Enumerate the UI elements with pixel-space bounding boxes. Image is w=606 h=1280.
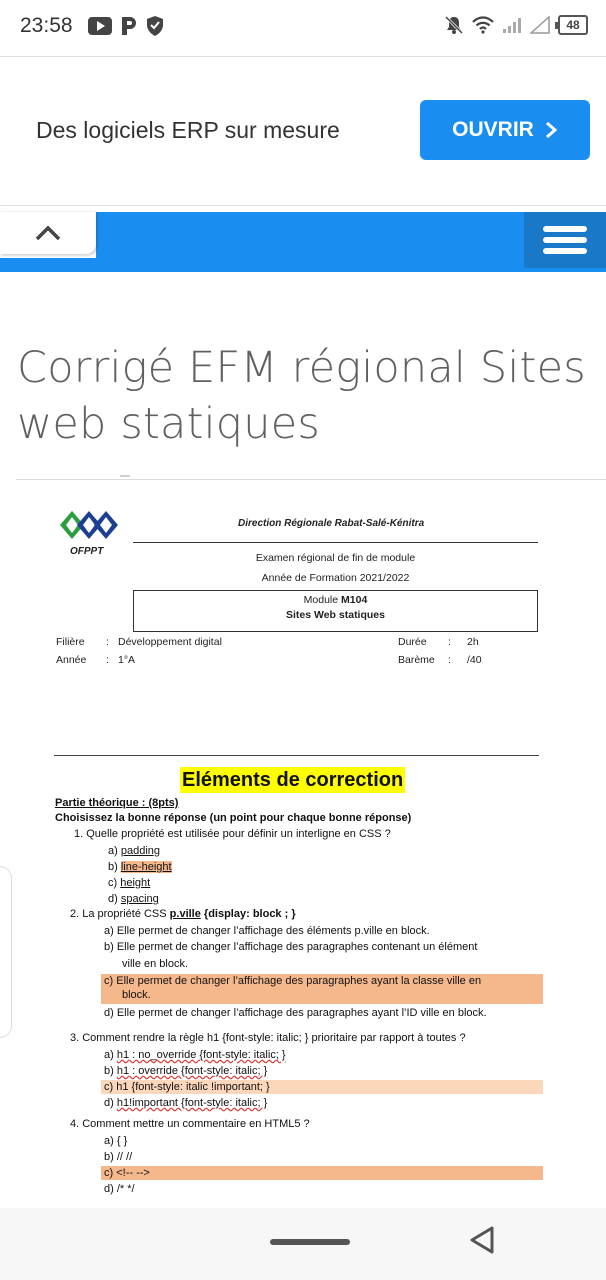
q4-text: 4. Comment mettre un commentaire en HTML… bbox=[70, 1118, 310, 1130]
module-code: M104 bbox=[341, 594, 368, 606]
wifi-icon bbox=[472, 16, 494, 34]
instruction: Choisissez la bonne réponse (un point po… bbox=[55, 812, 412, 824]
ad-open-button[interactable]: OUVRIR bbox=[420, 100, 590, 160]
q2-text: 2. La propriété CSS p.ville {display: bl… bbox=[70, 908, 296, 920]
exam-title: Examen régional de fin de module bbox=[255, 552, 416, 564]
q4-option-b: b) // // bbox=[104, 1151, 133, 1163]
q3-text: 3. Comment rendre la règle h1 {font-styl… bbox=[70, 1032, 466, 1044]
status-right-icons: 48 bbox=[444, 15, 588, 35]
scroll-up-button[interactable] bbox=[0, 212, 96, 254]
p-icon bbox=[122, 17, 136, 35]
chevron-right-icon bbox=[545, 121, 558, 139]
site-toolbar bbox=[0, 212, 606, 272]
q2-option-b-cont: ville en block. bbox=[122, 958, 189, 970]
menu-button[interactable] bbox=[524, 212, 606, 268]
q1-option-c: c) height bbox=[108, 877, 151, 889]
annee-colon: : bbox=[106, 654, 109, 666]
ad-banner[interactable]: Des logiciels ERP sur mesure OUVRIR i ✕ bbox=[0, 56, 606, 257]
module-box: Module M104 Sites Web statiques bbox=[133, 590, 538, 632]
battery-icon: 48 bbox=[555, 15, 588, 35]
q4-option-c: c) <!-- --> bbox=[101, 1166, 543, 1180]
q3-option-a: a) h1 : no_override {font-style: italic;… bbox=[104, 1049, 286, 1061]
bareme-value: /40 bbox=[467, 654, 482, 666]
annee-label: Année bbox=[56, 654, 87, 666]
logo-label: OFPPT bbox=[70, 546, 104, 557]
module-prefix: Module bbox=[303, 594, 339, 606]
q2-option-a: a) Elle permet de changer l’affichage de… bbox=[104, 925, 430, 937]
direction-title: Direction Régionale Rabat-Salé-Kénitra bbox=[238, 518, 425, 529]
q1-option-b: b) line-height bbox=[108, 861, 172, 873]
ad-open-label: OUVRIR bbox=[452, 118, 534, 141]
header-rule bbox=[133, 542, 538, 543]
shield-icon bbox=[147, 16, 163, 36]
correction-heading: Eléments de correction bbox=[180, 767, 406, 793]
separator-mark bbox=[120, 475, 130, 477]
filiere-value: Développement digital bbox=[118, 636, 222, 648]
system-nav-bar bbox=[0, 1208, 606, 1280]
q3-option-b: b) h1 : override {font-style: italic; } bbox=[104, 1065, 268, 1077]
q4-option-a: a) { } bbox=[104, 1135, 128, 1147]
chevron-up-icon bbox=[35, 225, 61, 241]
home-gesture-pill[interactable] bbox=[270, 1239, 350, 1245]
ad-text: Des logiciels ERP sur mesure bbox=[36, 117, 340, 143]
q2-option-d: d) Elle permet de changer l’affichage de… bbox=[104, 1007, 487, 1019]
q4-option-d: d) /* */ bbox=[104, 1183, 135, 1195]
q1-option-d: d) spacing bbox=[108, 893, 159, 905]
toolbar-strip bbox=[0, 258, 606, 272]
q1-text: 1. Quelle propriété est utilisée pour dé… bbox=[74, 828, 391, 840]
duree-label: Durée bbox=[398, 636, 427, 648]
q3-option-d: d) h1!important {font-style: italic; } bbox=[104, 1097, 268, 1109]
status-time: 23:58 bbox=[20, 14, 73, 37]
back-icon[interactable] bbox=[468, 1225, 496, 1255]
q2-option-c: c) Elle permet de changer l’affichage de… bbox=[101, 974, 543, 1004]
part-title: Partie théorique : (8pts) bbox=[55, 797, 179, 809]
toolbar-band bbox=[96, 212, 526, 258]
ofppt-logo-icon bbox=[60, 511, 118, 539]
filiere-colon: : bbox=[106, 636, 109, 648]
youtube-icon bbox=[88, 17, 112, 35]
duree-colon: : bbox=[448, 636, 451, 648]
signal-empty-icon bbox=[530, 16, 550, 34]
q1-option-a: a) padding bbox=[108, 845, 160, 857]
filiere-label: Filière bbox=[56, 636, 85, 648]
mute-icon bbox=[444, 15, 464, 35]
training-year: Année de Formation 2021/2022 bbox=[261, 572, 410, 584]
document-image: OFPPT Direction Régionale Rabat-Salé-Kén… bbox=[0, 480, 606, 1208]
bareme-label: Barème bbox=[398, 654, 435, 666]
q2-option-b: b) Elle permet de changer l’affichage de… bbox=[104, 941, 478, 953]
signal-icon bbox=[503, 18, 521, 33]
hamburger-icon bbox=[543, 221, 587, 259]
article-title: Corrigé EFM régional Sites web statiques bbox=[17, 343, 586, 449]
section-rule bbox=[54, 755, 539, 756]
status-left-icons bbox=[88, 15, 164, 37]
duree-value: 2h bbox=[467, 636, 479, 648]
side-drawer-handle[interactable] bbox=[0, 866, 12, 1038]
bareme-colon: : bbox=[448, 654, 451, 666]
module-name: Sites Web statiques bbox=[285, 609, 385, 621]
status-bar: 23:58 48 bbox=[0, 0, 606, 56]
q3-option-c: c) h1 {font-style: italic !important; } bbox=[101, 1080, 543, 1094]
annee-value: 1°A bbox=[118, 654, 136, 666]
